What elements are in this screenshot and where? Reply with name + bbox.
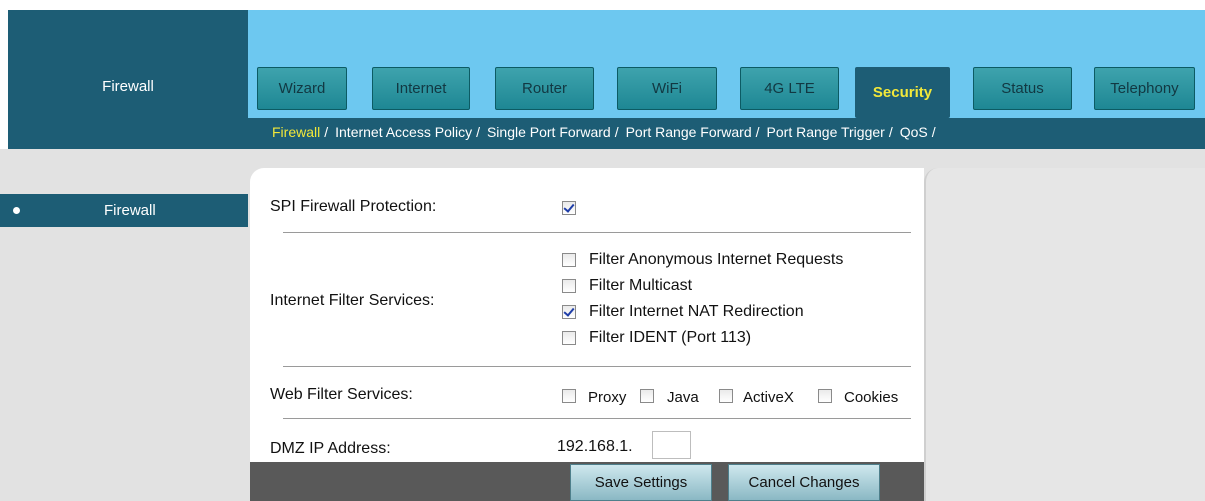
filter-nat-redirection-label: Filter Internet NAT Redirection: [589, 303, 804, 320]
tab-telephony[interactable]: Telephony: [1094, 67, 1195, 110]
subnav-separator: /: [888, 124, 893, 140]
subnav-single-port-forward[interactable]: Single Port Forward: [487, 124, 611, 144]
spi-label: SPI Firewall Protection:: [270, 198, 437, 215]
tab-wizard[interactable]: Wizard: [257, 67, 347, 110]
sidebar-item-firewall[interactable]: Firewall: [0, 194, 248, 227]
help-panel: [924, 168, 1205, 501]
filter-multicast-label: Filter Multicast: [589, 277, 693, 294]
subnav-internet-access-policy[interactable]: Internet Access Policy: [335, 124, 472, 144]
filter-nat-redirection-checkbox[interactable]: [562, 305, 576, 319]
tab-security[interactable]: Security: [855, 67, 950, 118]
subnav: Firewall / Internet Access Policy / Single…: [272, 124, 943, 144]
tab-status[interactable]: Status: [973, 67, 1072, 110]
tab-internet[interactable]: Internet: [372, 67, 470, 110]
filter-multicast-checkbox[interactable]: [562, 279, 576, 293]
subnav-separator: /: [324, 124, 329, 140]
bullet-icon: [13, 207, 20, 214]
subnav-separator: /: [931, 124, 936, 140]
save-settings-button[interactable]: Save Settings: [570, 464, 712, 501]
web-filter-cookies-checkbox[interactable]: [818, 389, 832, 403]
filter-ident-checkbox[interactable]: [562, 331, 576, 345]
divider: [283, 366, 911, 367]
filter-anonymous-checkbox[interactable]: [562, 253, 576, 267]
web-filter-activex-checkbox[interactable]: [719, 389, 733, 403]
subnav-separator: /: [476, 124, 480, 140]
filter-ident-label: Filter IDENT (Port 113): [589, 329, 752, 346]
web-filter-label: Web Filter Services:: [270, 386, 413, 403]
subnav-separator: /: [755, 124, 760, 140]
dmz-label: DMZ IP Address:: [270, 440, 391, 457]
tab-router[interactable]: Router: [495, 67, 594, 110]
divider: [283, 418, 911, 419]
dmz-ip-input[interactable]: [652, 431, 691, 459]
subnav-firewall[interactable]: Firewall: [272, 124, 320, 144]
spi-checkbox[interactable]: [562, 201, 576, 215]
web-filter-proxy-checkbox[interactable]: [562, 389, 576, 403]
web-filter-proxy-label: Proxy: [588, 389, 627, 406]
subnav-qos[interactable]: QoS: [900, 124, 928, 144]
internet-filter-label: Internet Filter Services:: [270, 292, 435, 309]
filter-anonymous-label: Filter Anonymous Internet Requests: [589, 251, 844, 268]
tab-4g-lte[interactable]: 4G LTE: [740, 67, 839, 110]
tab-wifi[interactable]: WiFi: [617, 67, 717, 110]
web-filter-cookies-label: Cookies: [844, 389, 899, 406]
web-filter-java-label: Java: [667, 389, 699, 406]
subnav-port-range-forward[interactable]: Port Range Forward: [626, 124, 752, 144]
subnav-separator: /: [614, 124, 619, 140]
dmz-ip-prefix: 192.168.1.: [557, 438, 633, 455]
page-title: Firewall: [102, 78, 154, 95]
web-filter-java-checkbox[interactable]: [640, 389, 654, 403]
sidebar-item-label: Firewall: [104, 202, 156, 219]
divider: [283, 232, 911, 233]
cancel-changes-button[interactable]: Cancel Changes: [728, 464, 880, 501]
subnav-port-range-trigger[interactable]: Port Range Trigger: [767, 124, 885, 144]
web-filter-activex-label: ActiveX: [743, 389, 794, 406]
